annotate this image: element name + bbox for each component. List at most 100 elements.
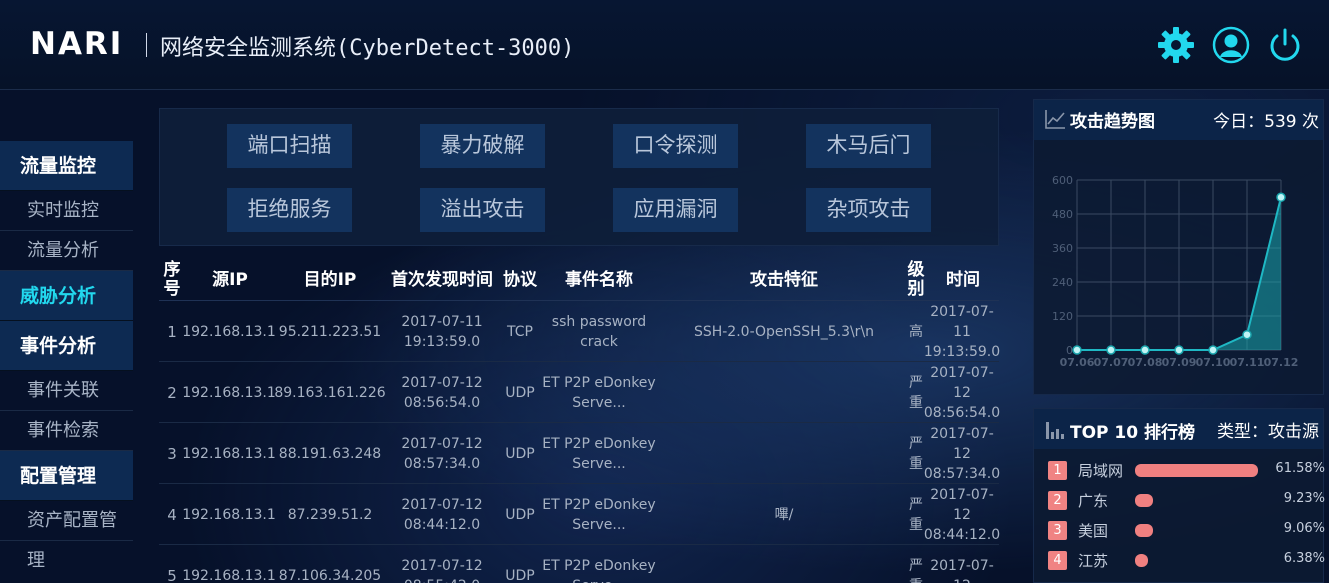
rank-bar (1135, 554, 1148, 567)
rank-row[interactable]: 3 美国 9.06% (1034, 519, 1325, 543)
trend-point[interactable] (1208, 345, 1218, 355)
category-misc[interactable]: 杂项攻击 (806, 188, 931, 232)
nav-threat-analysis[interactable]: 威胁分析 (0, 271, 133, 321)
x-tick-label: 07.11 (1230, 356, 1265, 369)
rank-row[interactable]: 4 江苏 6.38% (1034, 549, 1325, 573)
column-header-dst-ip[interactable]: 目的IP (275, 259, 385, 301)
column-header-attack-feature[interactable]: 攻击特征 (659, 259, 909, 301)
trend-point[interactable] (1174, 345, 1184, 355)
nav-event-search[interactable]: 事件检索 (0, 411, 133, 451)
column-header-time[interactable]: 时间 (927, 259, 999, 301)
dest-ip: 87.239.51.2 (287, 506, 373, 523)
trend-point[interactable] (1276, 192, 1286, 203)
event-name: ssh password crack (551, 313, 647, 350)
event-time: 2017-07-11 19:13:59.0 (923, 303, 1001, 360)
rank-row[interactable]: 2 广东 9.23% (1034, 489, 1325, 513)
event-time: 2017-07-12 08:56:54.0 (923, 364, 1001, 421)
table-row[interactable]: 4 192.168.13.1 87.239.51.2 2017-07-12 08:44… (159, 484, 1001, 545)
column-header-event-name[interactable]: 事件名称 (539, 259, 659, 301)
nav-traffic-monitor[interactable]: 流量监控 (0, 141, 133, 191)
column-header-src-ip[interactable]: 源IP (185, 259, 275, 301)
dest-ip: 88.191.63.248 (278, 445, 382, 462)
trend-point[interactable] (1242, 329, 1252, 340)
nav-event-analysis[interactable]: 事件分析 (0, 321, 133, 371)
source-ip: 192.168.13.1 (182, 384, 276, 401)
rank-bar (1135, 494, 1154, 507)
column-header-level[interactable]: 级别 (904, 259, 928, 301)
y-tick-label: 360 (1052, 242, 1073, 255)
event-time: 2017-07-12 08:57:34.0 (923, 425, 1001, 482)
attack-feature (659, 423, 909, 484)
trend-point[interactable] (1140, 345, 1150, 355)
attack-trend-panel: 攻击趋势图 今日：539 次 0 120 240 360 480 600 07.06 07.0… (1033, 99, 1324, 395)
attack-category-panel: 端口扫描 暴力破解 口令探测 木马后门 拒绝服务 溢出攻击 应用漏洞 杂项攻击 (159, 108, 999, 246)
attack-feature: SSH-2.0-OpenSSH_5.3\r\n (693, 323, 875, 340)
event-name: ET P2P eDonkey Serve... (542, 435, 656, 472)
nav-realtime-monitor[interactable]: 实时监控 (0, 191, 133, 231)
column-header-protocol[interactable]: 协议 (502, 259, 538, 301)
dest-ip: 89.163.161.226 (274, 384, 386, 401)
protocol: UDP (505, 384, 535, 401)
trend-point[interactable] (1072, 345, 1082, 355)
trend-title: 攻击趋势图 (1070, 112, 1155, 132)
dest-ip: 87.106.34.205 (278, 567, 382, 583)
rank-number: 3 (1048, 521, 1067, 540)
x-tick-label: 07.06 (1060, 356, 1095, 369)
power-icon[interactable] (1266, 26, 1304, 64)
line-chart-icon (1045, 110, 1065, 129)
attack-trend-chart: 012024036048060007.06 07.07 07.08 07.09 07.1… (1052, 174, 1298, 369)
table-row[interactable]: 1 192.168.13.1 95.211.223.51 2017-07-11 19:… (159, 301, 1001, 362)
rank-region-name: 广东 (1078, 492, 1109, 510)
category-app-vuln[interactable]: 应用漏洞 (613, 188, 738, 232)
y-tick-label: 600 (1052, 174, 1073, 187)
table-row[interactable]: 2 192.168.13.1 89.163.161.226 2017-07-12 08… (159, 362, 1001, 423)
category-dos[interactable]: 拒绝服务 (227, 188, 352, 232)
category-port-scan[interactable]: 端口扫描 (227, 124, 352, 168)
dest-ip: 95.211.223.51 (278, 323, 382, 340)
y-tick-label: 120 (1052, 310, 1073, 323)
attack-feature: 嗶/ (774, 506, 794, 523)
category-brute-force[interactable]: 暴力破解 (420, 124, 545, 168)
x-tick-label: 07.08 (1128, 356, 1163, 369)
nav-event-correlation[interactable]: 事件关联 (0, 371, 133, 411)
user-icon[interactable] (1212, 26, 1250, 64)
source-ip: 192.168.13.1 (182, 567, 276, 583)
first-seen-time: 2017-07-12 08:57:34.0 (401, 435, 483, 472)
nav-config-management[interactable]: 配置管理 (0, 451, 133, 501)
column-header-first-seen[interactable]: 首次发现时间 (385, 259, 499, 301)
x-tick-label: 07.07 (1094, 356, 1129, 369)
x-tick-label: 07.10 (1196, 356, 1231, 369)
first-seen-time: 2017-07-12 08:56:54.0 (401, 374, 483, 411)
attack-feature (659, 362, 909, 423)
trend-point[interactable] (1106, 345, 1116, 355)
table-row[interactable]: 3 192.168.13.1 88.191.63.248 2017-07-12 08:… (159, 423, 1001, 484)
event-name: ET P2P eDonkey Serve... (542, 374, 656, 411)
rank-title: TOP 10 排行榜 (1070, 423, 1196, 443)
attack-feature (659, 545, 909, 583)
first-seen-time: 2017-07-11 19:13:59.0 (401, 313, 483, 350)
top10-ranking-panel: TOP 10 排行榜 类型：攻击源 1 局域网 61.58% 2 广东 9.23% 3 美国 9… (1033, 408, 1325, 583)
table-row[interactable]: 5192.168.13.187.106.34.2052017-07-12 08:… (159, 545, 999, 583)
rank-region-name: 局域网 (1078, 462, 1124, 480)
protocol: UDP (505, 506, 535, 523)
protocol: UDP (505, 445, 535, 462)
category-trojan-backdoor[interactable]: 木马后门 (806, 124, 931, 168)
event-time: 2017-07-12 08:44:12.0 (923, 486, 1001, 543)
rank-number: 2 (1048, 491, 1067, 510)
logo: NARI (30, 26, 124, 62)
protocol: TCP (507, 323, 533, 340)
column-header-no[interactable]: 序号 (159, 259, 185, 301)
rank-number: 4 (1048, 551, 1067, 570)
nav-traffic-analysis[interactable]: 流量分析 (0, 231, 133, 271)
rank-type-label[interactable]: 类型：攻击源 (1217, 417, 1319, 442)
nav-asset-config[interactable]: 资产配置管理 (0, 501, 133, 571)
rank-percentage: 9.06% (1283, 521, 1325, 536)
event-name: ET P2P eDonkey Serve... (542, 557, 656, 583)
category-password-probe[interactable]: 口令探测 (613, 124, 738, 168)
rank-row[interactable]: 1 局域网 61.58% (1034, 459, 1325, 483)
rank-bar (1135, 524, 1154, 537)
rank-region-name: 江苏 (1078, 552, 1109, 570)
gear-icon[interactable] (1157, 26, 1195, 64)
category-overflow[interactable]: 溢出攻击 (420, 188, 545, 232)
rank-bar (1135, 464, 1259, 477)
